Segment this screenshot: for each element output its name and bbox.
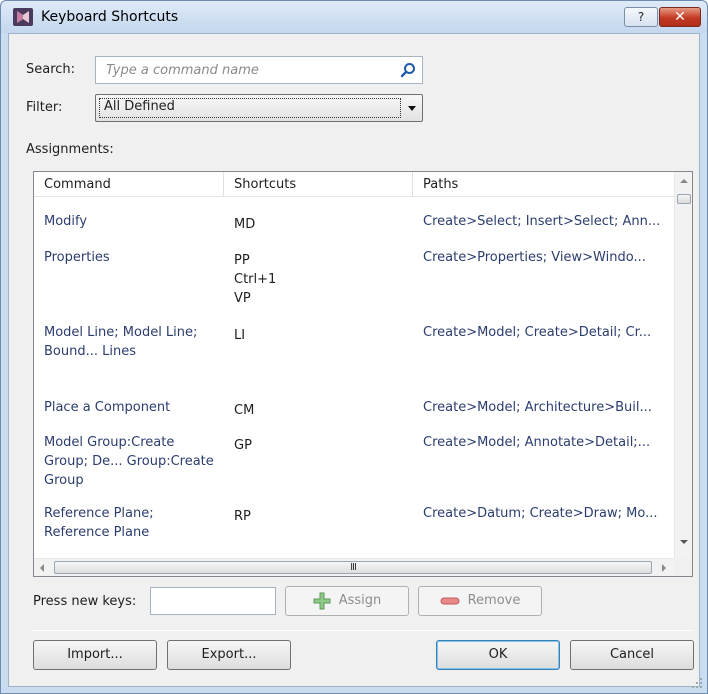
cell-paths: Create>Model; Create>Detail; Cr... (423, 325, 652, 340)
dropdown-arrow-icon (408, 106, 416, 111)
table-row[interactable]: Modify MD Create>Select; Insert>Select; … (34, 212, 674, 238)
search-icon[interactable] (400, 62, 416, 78)
remove-button-label: Remove (467, 593, 521, 608)
vertical-scrollbar[interactable] (674, 172, 692, 558)
search-input[interactable] (96, 57, 386, 83)
title-bar: Keyboard Shortcuts ? ✕ (1, 1, 707, 33)
cell-paths: Create>Select; Insert>Select; Ann... (423, 214, 661, 229)
resize-grip-icon[interactable] (691, 677, 703, 689)
cell-command: Reference Plane; Reference Plane (44, 506, 154, 540)
cell-shortcuts: GP (234, 436, 404, 455)
help-button[interactable]: ? (624, 7, 658, 27)
cell-command: Model Line; Model Line; Bound... Lines (44, 325, 198, 359)
assign-button[interactable]: Assign (285, 586, 409, 616)
cell-command: Place a Component (44, 400, 171, 415)
cell-paths: Create>Properties; View>Windo... (423, 250, 646, 265)
ok-button[interactable]: OK (436, 640, 560, 670)
search-box (95, 56, 423, 84)
dialog-body: Search: Filter: All Defined Assignments:… (8, 33, 700, 687)
shortcut-key: GP (234, 438, 252, 453)
cell-paths: Create>Model; Annotate>Detail;... (423, 435, 651, 450)
cell-shortcuts: PP Ctrl+1 VP (234, 251, 404, 308)
assign-button-label: Assign (338, 593, 382, 608)
table-body: Modify MD Create>Select; Insert>Select; … (34, 198, 674, 556)
remove-button[interactable]: Remove (418, 586, 542, 616)
scroll-down-icon[interactable] (680, 540, 688, 544)
divider (33, 630, 693, 631)
shortcut-key: Ctrl+1 (234, 272, 277, 287)
scroll-left-icon[interactable] (40, 564, 44, 572)
shortcut-key: LI (234, 328, 246, 343)
keyboard-shortcuts-dialog: Keyboard Shortcuts ? ✕ Search: Filter: A… (0, 0, 708, 694)
cell-shortcuts: RP (234, 507, 404, 526)
assignments-label: Assignments: (26, 142, 114, 157)
table-row[interactable]: Properties PP Ctrl+1 VP Create>Propertie… (34, 248, 674, 312)
cell-command: Model Group:Create Group; De... Group:Cr… (44, 435, 214, 488)
table-row[interactable]: Model Group:Create Group; De... Group:Cr… (34, 433, 674, 493)
shortcut-key: RP (234, 509, 251, 524)
scroll-corner (674, 558, 692, 576)
column-header-shortcuts[interactable]: Shortcuts (224, 172, 413, 197)
shortcut-key: CM (234, 403, 255, 418)
minus-icon (440, 597, 460, 604)
horizontal-scroll-thumb[interactable]: III (54, 561, 652, 574)
scroll-up-icon[interactable] (680, 179, 688, 183)
scroll-right-icon[interactable] (662, 564, 666, 572)
shortcut-key: VP (234, 291, 251, 306)
cell-paths: Create>Model; Architecture>Buil... (423, 400, 652, 415)
filter-dropdown[interactable]: All Defined (95, 94, 423, 122)
cancel-button[interactable]: Cancel (570, 640, 694, 670)
column-header-paths[interactable]: Paths (413, 172, 674, 197)
assignments-table: Command Shortcuts Paths Modify MD Create… (33, 171, 693, 577)
import-button[interactable]: Import... (33, 640, 157, 670)
shortcut-key: MD (234, 217, 256, 232)
press-new-keys-field[interactable] (150, 587, 276, 615)
table-row[interactable]: Place a Component CM Create>Model; Archi… (34, 398, 674, 424)
press-new-keys-label: Press new keys: (33, 594, 137, 609)
table-row[interactable]: Reference Plane; Reference Plane RP Crea… (34, 504, 674, 548)
search-label: Search: (26, 62, 76, 77)
app-logo-icon (13, 8, 33, 26)
shortcut-key: PP (234, 253, 250, 268)
cell-paths: Create>Datum; Create>Draw; Mo... (423, 506, 658, 521)
filter-label: Filter: (26, 100, 63, 115)
filter-selected-value: All Defined (99, 98, 401, 118)
cell-command: Properties (44, 250, 110, 265)
horizontal-scrollbar[interactable]: III (34, 558, 674, 576)
close-button[interactable]: ✕ (659, 7, 701, 27)
export-button[interactable]: Export... (167, 640, 291, 670)
column-header-command[interactable]: Command (34, 172, 224, 197)
cell-command: Modify (44, 214, 88, 229)
table-row[interactable]: Model Line; Model Line; Bound... Lines L… (34, 323, 674, 383)
table-header: Command Shortcuts Paths (34, 172, 674, 197)
vertical-scroll-thumb[interactable] (677, 194, 691, 204)
cell-shortcuts: CM (234, 401, 404, 420)
cell-shortcuts: MD (234, 215, 404, 234)
window-title: Keyboard Shortcuts (41, 9, 179, 25)
cell-shortcuts: LI (234, 326, 404, 345)
plus-icon (313, 592, 331, 609)
